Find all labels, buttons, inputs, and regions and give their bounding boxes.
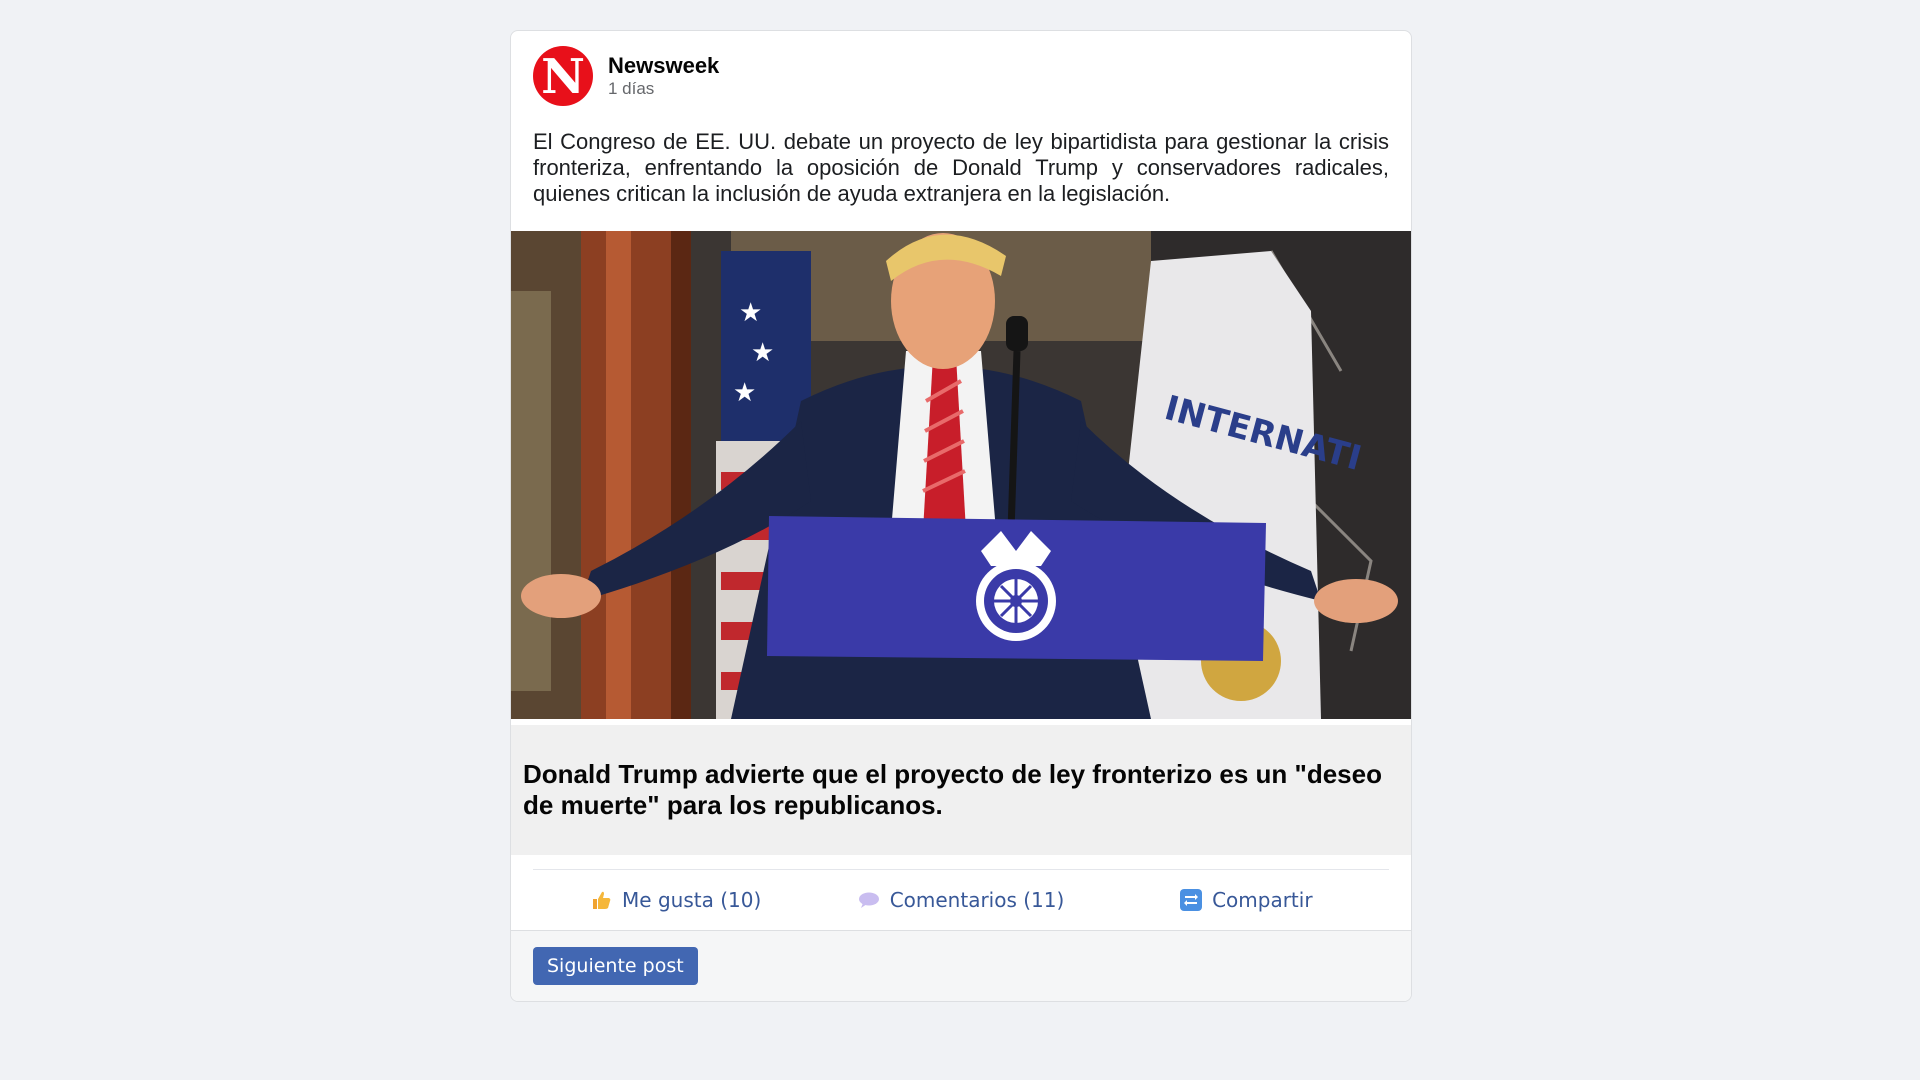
comments-label: Comentarios (11) xyxy=(889,888,1065,912)
svg-text:★: ★ xyxy=(751,338,774,368)
share-arrows-icon xyxy=(1180,889,1203,911)
avatar[interactable]: N xyxy=(533,46,593,106)
link-preview[interactable]: Donald Trump advierte que el proyecto de… xyxy=(511,725,1411,855)
action-bar: Me gusta (10) Comentarios (11) Compartir xyxy=(533,869,1389,930)
svg-text:★: ★ xyxy=(733,378,756,408)
svg-text:★: ★ xyxy=(739,298,762,328)
post-card: N Newsweek 1 días El Congreso de EE. UU.… xyxy=(510,30,1412,1002)
link-title[interactable]: Donald Trump advierte que el proyecto de… xyxy=(523,759,1399,821)
post-photo[interactable]: ★ ★ ★ INTERNATI xyxy=(511,231,1411,719)
post-timestamp[interactable]: 1 días xyxy=(608,79,719,99)
post-text: El Congreso de EE. UU. debate un proyect… xyxy=(533,129,1389,206)
header-text: Newsweek 1 días xyxy=(608,53,719,99)
like-button[interactable]: Me gusta (10) xyxy=(533,888,818,912)
share-label: Compartir xyxy=(1212,888,1313,912)
page-name[interactable]: Newsweek xyxy=(608,53,719,79)
comments-button[interactable]: Comentarios (11) xyxy=(818,888,1103,912)
share-button[interactable]: Compartir xyxy=(1104,888,1389,912)
like-label: Me gusta (10) xyxy=(622,888,762,912)
next-post-button[interactable]: Siguiente post xyxy=(533,947,698,985)
speech-bubble-icon xyxy=(858,890,880,910)
thumbs-up-icon xyxy=(590,889,612,911)
newsweek-logo: N xyxy=(541,49,585,105)
post-header: N Newsweek 1 días xyxy=(511,31,1411,107)
post-footer: Siguiente post xyxy=(511,930,1411,1001)
